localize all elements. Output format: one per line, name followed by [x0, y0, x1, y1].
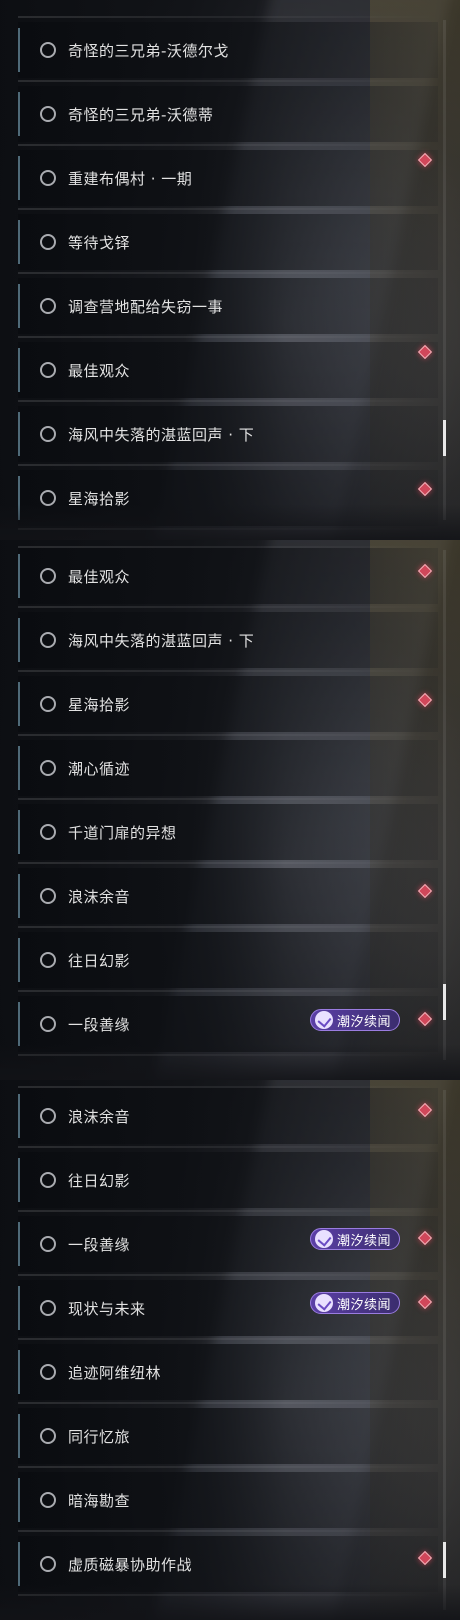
quest-item-label: 浪沫余音 [68, 887, 131, 906]
empty-circle-icon [40, 1492, 56, 1508]
empty-circle-icon [40, 824, 56, 840]
tide-news-badge[interactable]: 潮汐续闻 [309, 1228, 400, 1250]
quest-item[interactable]: 星海拾影 [18, 676, 438, 736]
quest-item-label: 现状与未来 [68, 1299, 146, 1318]
quest-item[interactable]: 海风中失落的湛蓝回声 · 下 [18, 612, 438, 672]
empty-circle-icon [40, 362, 56, 378]
empty-circle-icon [40, 1556, 56, 1572]
empty-circle-icon [40, 760, 56, 776]
quest-list-panel-1: 奇怪的三兄弟-沃德尔戈 奇怪的三兄弟-沃德蒂 重建布偶村 · 一期 等待戈铎 调… [0, 0, 460, 540]
quest-item-label: 追迹阿维纽林 [68, 1363, 162, 1382]
quest-list-panel-2: 最佳观众 海风中失落的湛蓝回声 · 下 星海拾影 潮心循迹 千道门扉的异想 浪沫… [0, 540, 460, 1080]
empty-circle-icon [40, 234, 56, 250]
empty-circle-icon [40, 106, 56, 122]
empty-circle-icon [40, 426, 56, 442]
quest-list-panel-3: 浪沫余音 往日幻影 一段善缘 现状与未来 追迹阿维纽林 同行忆旅 暗海勘查 虚质… [0, 1080, 460, 1620]
empty-circle-icon [40, 1428, 56, 1444]
quest-item-label: 等待戈铎 [68, 233, 131, 252]
quest-item-label: 一段善缘 [68, 1015, 131, 1034]
tide-swirl-icon [314, 1294, 333, 1312]
quest-item[interactable]: 潮心循迹 [18, 740, 438, 800]
empty-circle-icon [40, 298, 56, 314]
quest-item[interactable]: 奇怪的三兄弟-沃德蒂 [18, 86, 438, 146]
quest-item-label: 往日幻影 [68, 951, 131, 970]
quest-item[interactable]: 往日幻影 [18, 1152, 438, 1212]
empty-circle-icon [40, 42, 56, 58]
quest-item[interactable]: 调查营地配给失窃一事 [18, 278, 438, 338]
quest-item-label: 浪沫余音 [68, 1107, 131, 1126]
empty-circle-icon [40, 1108, 56, 1124]
quest-item-label: 同行忆旅 [68, 1427, 131, 1446]
quest-item-label: 调查营地配给失窃一事 [68, 297, 224, 316]
quest-item-label: 虚质磁暴协助作战 [68, 1555, 193, 1574]
quest-item[interactable]: 浪沫余音 [18, 1088, 438, 1148]
empty-circle-icon [40, 952, 56, 968]
quest-item-label: 海风中失落的湛蓝回声 · 下 [68, 425, 255, 444]
quest-item-label: 海风中失落的湛蓝回声 · 下 [68, 631, 255, 650]
quest-item[interactable]: 等待戈铎 [18, 214, 438, 274]
empty-circle-icon [40, 568, 56, 584]
quest-item[interactable]: 往日幻影 [18, 932, 438, 992]
quest-item-label: 星海拾影 [68, 695, 131, 714]
empty-circle-icon [40, 1172, 56, 1188]
quest-item-label: 一段善缘 [68, 1235, 131, 1254]
quest-item[interactable]: 海风中失落的湛蓝回声 · 下 [18, 406, 438, 466]
empty-circle-icon [40, 632, 56, 648]
quest-item-label: 奇怪的三兄弟-沃德蒂 [68, 105, 214, 124]
quest-item-label: 最佳观众 [68, 361, 131, 380]
list-fade [0, 1044, 460, 1080]
list-fade [0, 1584, 460, 1620]
quest-item[interactable]: 重建布偶村 · 一期 [18, 150, 438, 210]
quest-item[interactable]: 浪沫余音 [18, 868, 438, 928]
scrollbar-track[interactable] [443, 1090, 446, 1610]
scrollbar-thumb[interactable] [443, 1542, 446, 1578]
badge-label: 潮汐续闻 [336, 1014, 391, 1030]
quest-item-label: 最佳观众 [68, 567, 131, 586]
scrollbar-thumb[interactable] [443, 420, 446, 456]
quest-item-label: 往日幻影 [68, 1171, 131, 1190]
tide-news-badge[interactable]: 潮汐续闻 [309, 1292, 400, 1314]
badge-label: 潮汐续闻 [336, 1233, 391, 1249]
tide-swirl-icon [314, 1230, 333, 1248]
scrollbar-thumb[interactable] [443, 984, 446, 1020]
empty-circle-icon [40, 1016, 56, 1032]
tide-swirl-icon [314, 1011, 333, 1029]
quest-item-label: 奇怪的三兄弟-沃德尔戈 [68, 41, 229, 60]
quest-item[interactable]: 最佳观众 [18, 342, 438, 402]
quest-item[interactable]: 追迹阿维纽林 [18, 1344, 438, 1404]
empty-circle-icon [40, 1300, 56, 1316]
empty-circle-icon [40, 696, 56, 712]
quest-item-label: 潮心循迹 [68, 759, 131, 778]
tide-news-badge[interactable]: 潮汐续闻 [309, 1009, 400, 1031]
badge-label: 潮汐续闻 [336, 1297, 391, 1313]
row-divider [18, 16, 438, 18]
empty-circle-icon [40, 1236, 56, 1252]
quest-item-label: 暗海勘查 [68, 1491, 131, 1510]
quest-item-label: 重建布偶村 · 一期 [68, 169, 193, 188]
quest-item[interactable]: 同行忆旅 [18, 1408, 438, 1468]
quest-item[interactable]: 暗海勘查 [18, 1472, 438, 1532]
empty-circle-icon [40, 170, 56, 186]
quest-item[interactable]: 千道门扉的异想 [18, 804, 438, 864]
empty-circle-icon [40, 888, 56, 904]
empty-circle-icon [40, 1364, 56, 1380]
quest-item-label: 千道门扉的异想 [68, 823, 177, 842]
quest-item[interactable]: 最佳观众 [18, 548, 438, 608]
list-fade [0, 504, 460, 540]
quest-item[interactable]: 奇怪的三兄弟-沃德尔戈 [18, 22, 438, 82]
